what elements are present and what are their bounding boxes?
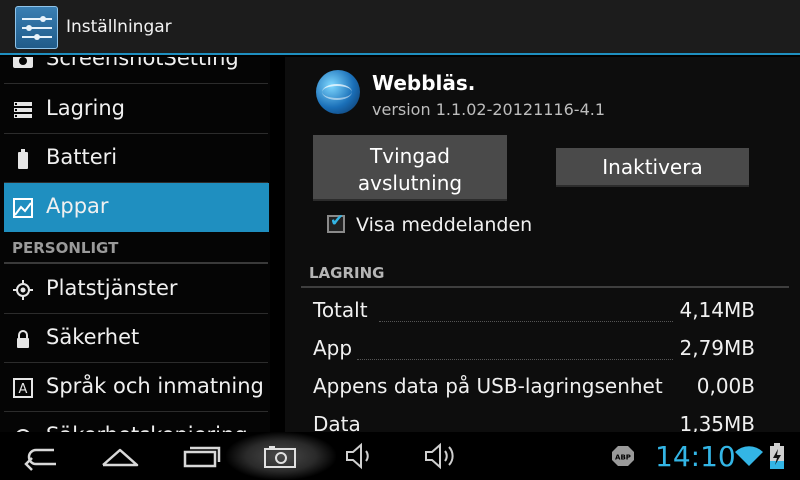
sidebar-item-battery[interactable]: Batteri xyxy=(0,134,270,183)
svg-text:A: A xyxy=(19,382,28,397)
sidebar-item-label: Lagring xyxy=(46,96,126,120)
storage-key: Data xyxy=(313,412,361,432)
divider xyxy=(4,262,268,264)
app-name: Webbläs. xyxy=(372,71,476,95)
storage-row-data: Data 1,35MB xyxy=(313,412,755,432)
sidebar-item-security[interactable]: Säkerhet xyxy=(0,314,270,363)
sidebar-item-screenshot[interactable]: ScreenshotSetting xyxy=(0,57,270,84)
sidebar-item-location[interactable]: Platstjänster xyxy=(0,265,270,314)
settings-sidebar: ScreenshotSetting Lagring Batteri Appar … xyxy=(0,57,270,432)
settings-icon[interactable] xyxy=(15,6,58,49)
recent-apps-icon[interactable] xyxy=(181,438,221,474)
action-bar: Inställningar xyxy=(0,0,800,55)
storage-value: 4,14MB xyxy=(679,298,755,322)
app-version: version 1.1.02-20121116-4.1 xyxy=(372,100,606,119)
section-label: PERSONLIGT xyxy=(12,239,119,257)
storage-row-app: App 2,79MB xyxy=(313,336,755,366)
wifi-icon xyxy=(735,446,763,466)
sidebar-item-storage[interactable]: Lagring xyxy=(0,85,270,134)
storage-key: App xyxy=(313,336,353,360)
sidebar-item-label: Språk och inmatning xyxy=(46,374,264,398)
page-title: Inställningar xyxy=(66,17,172,37)
dotted-leader xyxy=(379,321,673,322)
camera-icon xyxy=(13,57,33,68)
sidebar-item-backup[interactable]: Säkerhetskopiering xyxy=(0,412,270,432)
sidebar-item-apps[interactable]: Appar xyxy=(4,183,269,232)
adblock-label: ABP xyxy=(615,454,631,462)
storage-section-header: LAGRING xyxy=(309,264,385,282)
adblock-icon: ABP xyxy=(612,446,634,466)
storage-value: 2,79MB xyxy=(679,336,755,360)
show-notifications-label[interactable]: Visa meddelanden xyxy=(356,214,532,236)
divider xyxy=(4,83,268,84)
back-icon[interactable] xyxy=(20,438,64,474)
storage-value: 1,35MB xyxy=(679,412,755,432)
browser-app-icon xyxy=(316,70,360,114)
clock: 14:10 xyxy=(655,440,736,473)
divider xyxy=(301,286,789,288)
disable-button[interactable]: Inaktivera xyxy=(556,148,749,187)
force-stop-label-line1: Tvingad xyxy=(370,144,450,168)
sidebar-item-language[interactable]: A Språk och inmatning xyxy=(0,363,270,412)
volume-up-icon[interactable] xyxy=(423,438,459,474)
location-icon xyxy=(13,280,33,300)
volume-down-icon[interactable] xyxy=(344,438,378,474)
apps-icon xyxy=(13,198,33,218)
sidebar-item-label: ScreenshotSetting xyxy=(46,57,239,70)
sidebar-item-label: Appar xyxy=(46,194,109,218)
home-icon[interactable] xyxy=(99,438,141,474)
storage-icon xyxy=(14,102,32,118)
storage-key: Totalt xyxy=(313,298,368,322)
sidebar-item-label: Säkerhetskopiering xyxy=(46,423,248,432)
sidebar-item-label: Säkerhet xyxy=(46,325,140,349)
language-icon: A xyxy=(13,378,33,398)
sidebar-item-label: Batteri xyxy=(46,145,118,169)
dotted-leader xyxy=(357,359,673,360)
storage-value: 0,00B xyxy=(696,374,755,398)
sidebar-item-label: Platstjänster xyxy=(46,276,178,300)
battery-icon xyxy=(18,149,28,169)
show-notifications-checkbox[interactable]: ✔ xyxy=(327,211,345,233)
storage-row-usb-data: Appens data på USB-lagringsenhet 0,00B xyxy=(313,374,755,404)
battery-charging-icon xyxy=(770,443,784,469)
storage-row-total: Totalt 4,14MB xyxy=(313,298,755,328)
lock-icon xyxy=(17,330,29,348)
checkmark-icon: ✔ xyxy=(330,211,345,231)
app-detail-pane: Webbläs. version 1.1.02-20121116-4.1 Tvi… xyxy=(285,57,800,432)
system-bar: ABP 14:10 xyxy=(0,432,800,480)
force-stop-button[interactable]: Tvingad avslutning xyxy=(313,135,507,201)
section-header-personal: PERSONLIGT xyxy=(0,232,270,264)
screenshot-camera-icon[interactable] xyxy=(262,438,298,474)
force-stop-label-line2: avslutning xyxy=(357,171,463,195)
storage-key: Appens data på USB-lagringsenhet xyxy=(313,374,663,398)
